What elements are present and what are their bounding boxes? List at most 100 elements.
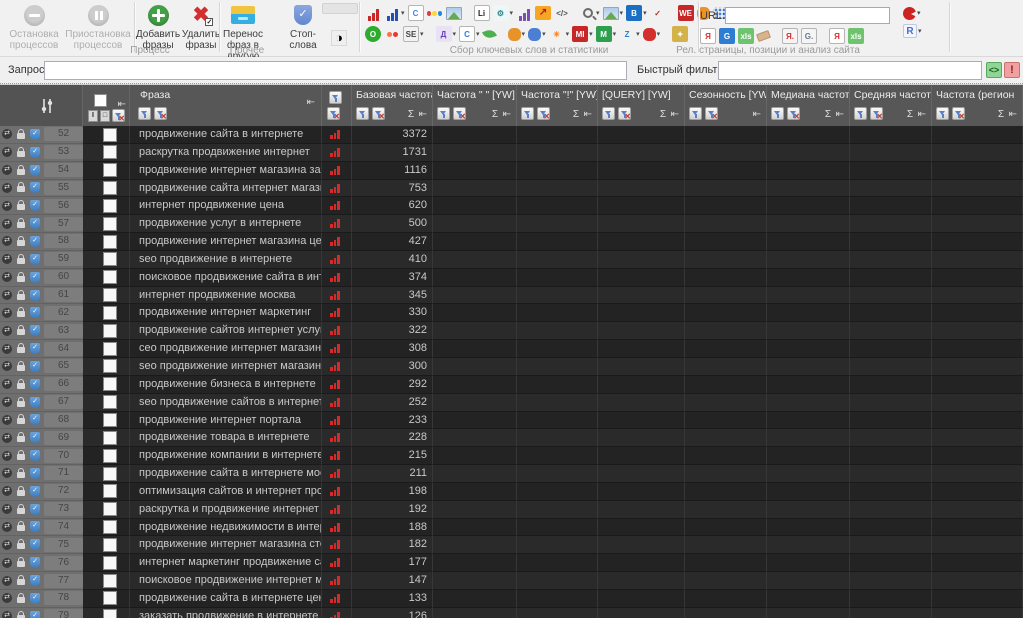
phrase-text[interactable]: заказать продвижение в интернете xyxy=(130,608,321,618)
frequency-chart-icon[interactable] xyxy=(330,558,340,568)
filter-icon[interactable] xyxy=(329,91,342,104)
row-transfer-icon[interactable]: ⇄ xyxy=(2,129,12,140)
row-header[interactable]: ⇄ ✓ 61 xyxy=(0,286,83,305)
row-transfer-icon[interactable]: ⇄ xyxy=(2,450,12,461)
clear-filter-icon[interactable]: ✕ xyxy=(870,107,883,121)
shield-icon[interactable]: ✓ xyxy=(30,343,40,355)
shield-icon[interactable]: ✓ xyxy=(30,128,40,140)
gear-icon-button[interactable]: ⚙ ▾ xyxy=(492,4,513,22)
filter-icon[interactable] xyxy=(854,107,867,120)
row-number[interactable]: 63 xyxy=(44,323,83,338)
row-transfer-icon[interactable]: ⇄ xyxy=(2,254,12,265)
frequency-chart-icon[interactable] xyxy=(330,326,340,336)
shield-icon[interactable]: ✓ xyxy=(30,432,40,444)
row-checkbox[interactable] xyxy=(103,181,117,196)
pin-icon[interactable]: ⇤ xyxy=(918,109,926,120)
yandex-dots-icon-button[interactable] xyxy=(427,4,443,22)
lock-icon[interactable] xyxy=(17,325,25,336)
filter-icon[interactable] xyxy=(771,107,784,120)
frequency-chart-icon[interactable] xyxy=(330,486,340,496)
row-transfer-icon[interactable]: ⇄ xyxy=(2,361,12,372)
direct-d-icon-button[interactable]: Д ▾ xyxy=(435,25,456,43)
filter-icon[interactable] xyxy=(521,107,534,120)
row-number[interactable]: 72 xyxy=(44,484,83,499)
row-transfer-icon[interactable]: ⇄ xyxy=(2,165,12,176)
code-icon-button[interactable]: </> xyxy=(554,4,570,22)
shield-icon[interactable]: ✓ xyxy=(30,539,40,551)
phrase-text[interactable]: продвижение сайтов интернет услуги xyxy=(130,322,321,339)
row-header[interactable]: ⇄ ✓ 76 xyxy=(0,554,83,573)
row-header[interactable]: ⇄ ✓ 74 xyxy=(0,518,83,537)
recommendations-button[interactable]: R ▾ xyxy=(903,22,922,40)
clear-filter-icon[interactable]: ✕ xyxy=(453,107,466,121)
pin-icon[interactable]: ⇤ xyxy=(503,109,511,120)
target-red-icon-button[interactable]: ▾ xyxy=(642,25,660,43)
search-magnifier-icon-button[interactable]: ▾ xyxy=(582,4,600,22)
row-transfer-icon[interactable]: ⇄ xyxy=(2,182,12,193)
row-checkbox[interactable] xyxy=(103,430,117,445)
row-checkbox[interactable] xyxy=(103,305,117,320)
phrase-text[interactable]: интернет продвижение москва xyxy=(130,287,321,304)
row-checkbox[interactable] xyxy=(103,395,117,410)
shield-icon[interactable]: ✓ xyxy=(30,146,40,158)
phrase-text[interactable]: продвижение бизнеса в интернете xyxy=(130,376,321,393)
row-transfer-icon[interactable]: ⇄ xyxy=(2,272,12,283)
m-green-icon-button[interactable]: M ▾ xyxy=(595,25,616,43)
phrase-text[interactable]: продвижение интернет магазина цена xyxy=(130,233,321,250)
row-checkbox[interactable] xyxy=(103,448,117,463)
shield-icon[interactable]: ✓ xyxy=(30,414,40,426)
clear-filter-icon[interactable]: ✕ xyxy=(537,107,550,121)
phrase-text[interactable]: продвижение интернет маркетинг xyxy=(130,304,321,321)
lock-icon[interactable] xyxy=(17,450,25,461)
sum-icon[interactable]: Σ xyxy=(492,109,498,120)
phrase-text[interactable]: продвижение интернет магазина стоимо xyxy=(130,536,321,553)
frequency-chart-icon[interactable] xyxy=(330,451,340,461)
row-number[interactable]: 70 xyxy=(44,448,83,463)
row-header[interactable]: ⇄ ✓ 69 xyxy=(0,429,83,448)
sum-icon[interactable]: Σ xyxy=(573,109,579,120)
lock-icon[interactable] xyxy=(17,378,25,389)
column-header[interactable]: Медиана частот ✕ Σ ⇤ xyxy=(767,85,850,127)
row-number[interactable]: 61 xyxy=(44,288,83,303)
pin-icon[interactable]: ⇤ xyxy=(671,109,679,120)
shield-icon[interactable]: ✓ xyxy=(30,592,40,604)
shield-icon[interactable]: ✓ xyxy=(30,289,40,301)
shield-icon[interactable]: ✓ xyxy=(30,521,40,533)
row-number[interactable]: 74 xyxy=(44,519,83,534)
row-header[interactable]: ⇄ ✓ 78 xyxy=(0,589,83,608)
row-checkbox[interactable] xyxy=(103,145,117,160)
frequency-chart-icon[interactable] xyxy=(330,469,340,479)
shield-icon[interactable]: ✓ xyxy=(30,325,40,337)
row-checkbox[interactable] xyxy=(103,555,117,570)
row-number[interactable]: 58 xyxy=(44,234,83,249)
phrase-text[interactable]: продвижение сайта в интернете москва xyxy=(130,465,321,482)
phrase-text[interactable]: интернет маркетинг продвижение сайто xyxy=(130,554,321,571)
sum-icon[interactable]: Σ xyxy=(408,109,414,120)
z-blue-icon-button[interactable]: Z ▾ xyxy=(619,25,640,43)
row-header[interactable]: ⇄ ✓ 67 xyxy=(0,393,83,412)
row-transfer-icon[interactable]: ⇄ xyxy=(2,486,12,497)
lock-icon[interactable] xyxy=(17,164,25,175)
row-number[interactable]: 53 xyxy=(44,145,83,160)
column-header[interactable]: [QUERY] [YW] ✕ Σ ⇤ xyxy=(598,85,685,127)
lock-icon[interactable] xyxy=(17,414,25,425)
lock-icon[interactable] xyxy=(17,128,25,139)
filter-icon[interactable] xyxy=(138,107,151,120)
row-transfer-icon[interactable]: ⇄ xyxy=(2,504,12,515)
clear-filter-icon[interactable]: ✕ xyxy=(372,107,385,121)
sun-icon-button[interactable]: ☀ ▾ xyxy=(549,25,569,43)
frequency-chart-icon[interactable] xyxy=(330,201,340,211)
sum-icon[interactable]: Σ xyxy=(907,109,913,120)
row-header[interactable]: ⇄ ✓ 70 xyxy=(0,447,83,466)
wordstat-blue-chart-icon-button[interactable]: ▾ xyxy=(384,4,405,22)
lock-icon[interactable] xyxy=(17,271,25,282)
frequency-chart-icon[interactable] xyxy=(330,165,340,175)
frequency-chart-icon[interactable] xyxy=(330,540,340,550)
google-page-icon-button[interactable]: G xyxy=(719,27,735,45)
row-header[interactable]: ⇄ ✓ 52 xyxy=(0,126,83,144)
clear-filter-icon[interactable]: ✕ xyxy=(154,107,167,121)
row-checkbox[interactable] xyxy=(103,288,117,303)
row-transfer-icon[interactable]: ⇄ xyxy=(2,468,12,479)
row-number[interactable]: 55 xyxy=(44,180,83,195)
column-header[interactable]: Базовая частота ✕ Σ ⇤ xyxy=(352,85,433,127)
